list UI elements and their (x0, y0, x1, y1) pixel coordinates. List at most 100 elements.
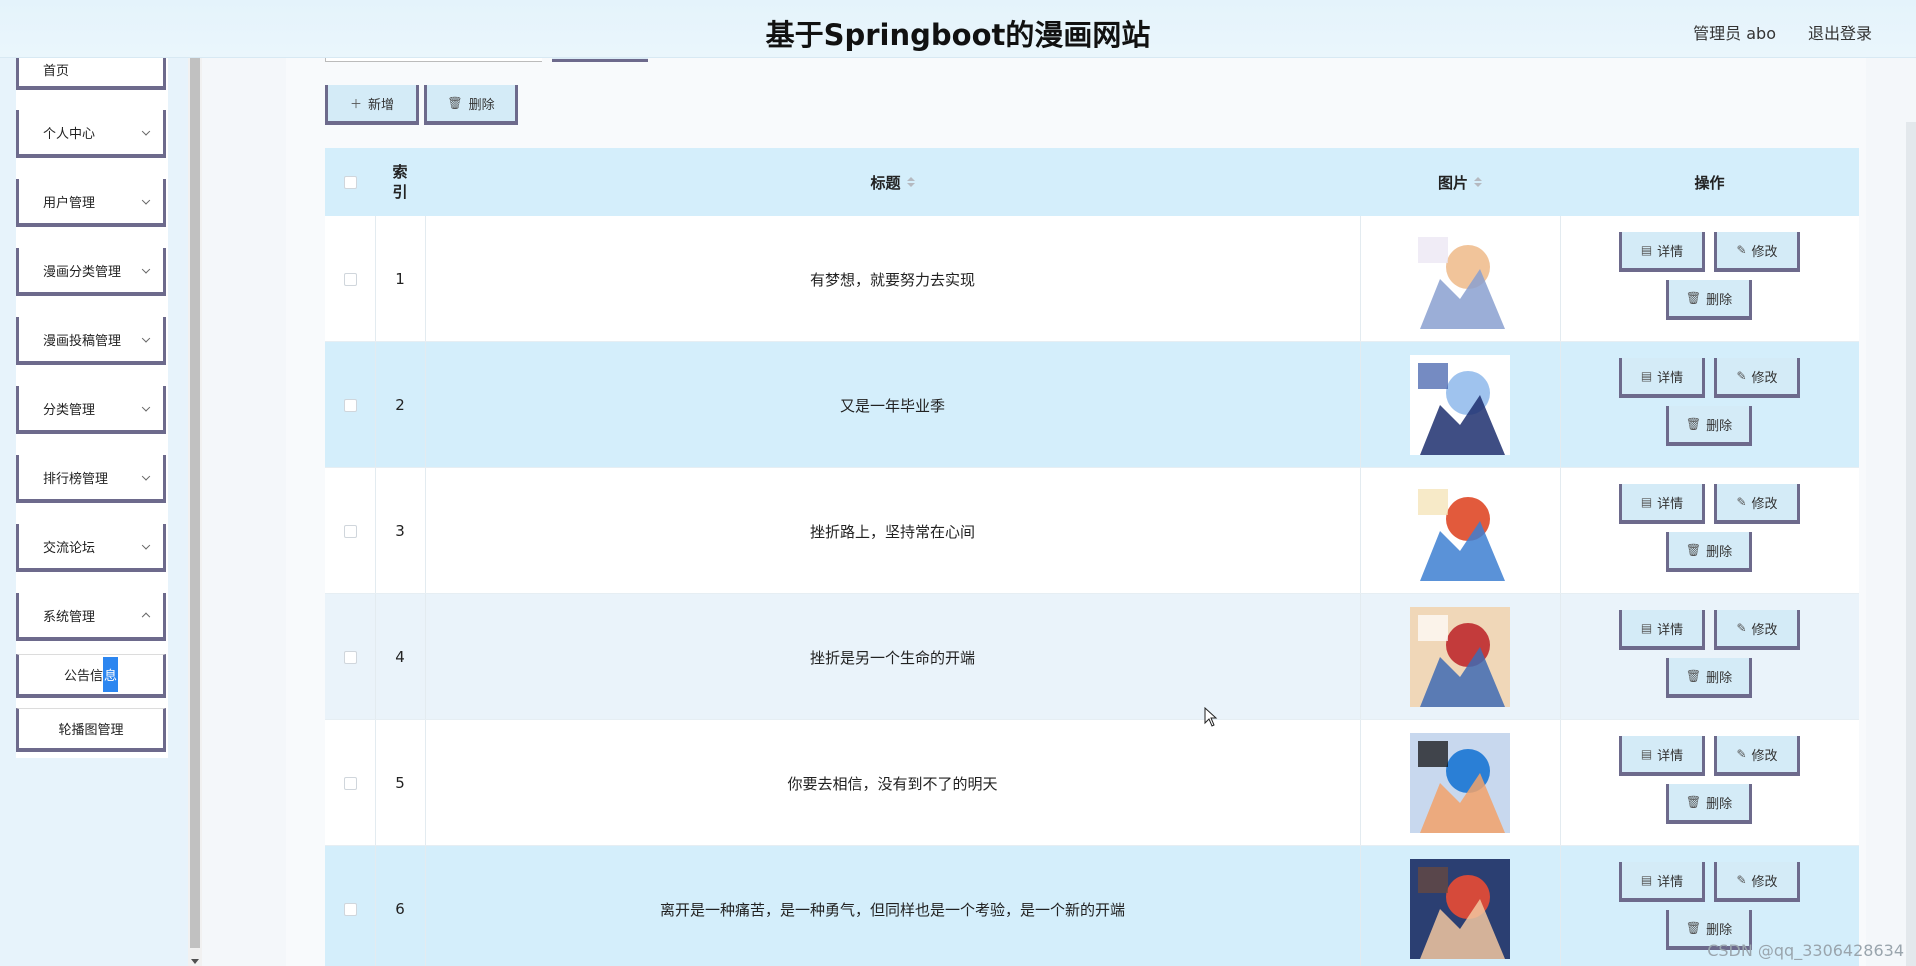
edit-button[interactable]: ✎ 修改 (1714, 736, 1800, 776)
edit-button-label: 修改 (1751, 244, 1778, 260)
row-select-cell (325, 216, 375, 342)
delete-button-label: 删除 (1706, 670, 1733, 686)
sidebar-item-ranking-management[interactable]: 排行榜管理 (16, 455, 166, 503)
sidebar-item-label: 系统管理 (43, 609, 96, 625)
delete-button[interactable]: 🗑 删除 (1666, 658, 1752, 698)
row-image-cell (1360, 720, 1560, 846)
delete-button-label: 删除 (1706, 418, 1733, 434)
sidebar-item-user-management[interactable]: 用户管理 (16, 179, 166, 227)
select-all-checkbox[interactable] (343, 175, 357, 189)
row-image-cell (1360, 594, 1560, 720)
detail-button-label: 详情 (1657, 496, 1684, 512)
detail-button-label: 详情 (1657, 244, 1684, 260)
delete-button[interactable]: 🗑 删除 (1666, 406, 1752, 446)
add-button-label: 新增 (368, 97, 395, 113)
edit-button-label: 修改 (1751, 748, 1778, 764)
edit-button[interactable]: ✎ 修改 (1714, 862, 1800, 902)
document-icon: ▤ (1640, 243, 1653, 257)
document-icon: ▤ (1640, 621, 1653, 635)
edit-button-label: 修改 (1751, 622, 1778, 638)
sort-icon[interactable] (906, 177, 915, 187)
chevron-down-icon (141, 541, 151, 550)
sidebar-item-system-management[interactable]: 系统管理 (16, 593, 166, 641)
document-icon: ▤ (1640, 369, 1653, 383)
logout-link[interactable]: 退出登录 (1808, 20, 1872, 44)
detail-button[interactable]: ▤ 详情 (1619, 862, 1705, 902)
comic-thumbnail-image[interactable] (1410, 859, 1510, 959)
sidebar-item-forum[interactable]: 交流论坛 (16, 524, 166, 572)
row-checkbox[interactable] (343, 902, 357, 916)
row-select-cell (325, 342, 375, 468)
sidebar-item-personal-center[interactable]: 个人中心 (16, 110, 166, 158)
row-checkbox[interactable] (343, 776, 357, 790)
plus-icon: ＋ (349, 96, 362, 111)
sidebar-subitem-announcements[interactable]: 公告信息 (16, 654, 166, 698)
comic-thumbnail-image[interactable] (1410, 355, 1510, 455)
delete-button[interactable]: 🗑 删除 (1666, 280, 1752, 320)
edit-button[interactable]: ✎ 修改 (1714, 484, 1800, 524)
sidebar-scrollbar[interactable] (188, 58, 202, 966)
comic-thumbnail-image[interactable] (1410, 229, 1510, 329)
batch-delete-button[interactable]: 🗑 删除 (424, 85, 518, 125)
add-button[interactable]: ＋ 新增 (325, 85, 419, 125)
delete-button[interactable]: 🗑 删除 (1666, 784, 1752, 824)
data-table: 索 引 标题 图片 操作 1 有梦想，就要努力去实现 ▤ 详情 ✎ 修改 🗑 删… (325, 148, 1859, 966)
pencil-icon: ✎ (1736, 873, 1747, 887)
trash-icon: 🗑 (1685, 417, 1702, 431)
sidebar-item-comic-category-management[interactable]: 漫画分类管理 (16, 248, 166, 296)
row-index: 1 (395, 270, 405, 288)
comic-thumbnail-image[interactable] (1410, 607, 1510, 707)
detail-button[interactable]: ▤ 详情 (1619, 232, 1705, 272)
column-header-title[interactable]: 标题 (425, 148, 1360, 216)
pencil-icon: ✎ (1736, 369, 1747, 383)
row-index: 3 (395, 522, 405, 540)
detail-button[interactable]: ▤ 详情 (1619, 736, 1705, 776)
delete-button-label: 删除 (1706, 292, 1733, 308)
scrollbar-thumb[interactable] (190, 58, 200, 948)
column-header-actions: 操作 (1694, 173, 1725, 192)
sidebar-subitem-carousel-management[interactable]: 轮播图管理 (16, 708, 166, 752)
sidebar-item-comic-submission-management[interactable]: 漫画投稿管理 (16, 317, 166, 365)
trash-icon: 🗑 (447, 96, 463, 110)
sidebar-item-category-management[interactable]: 分类管理 (16, 386, 166, 434)
table-row: 1 有梦想，就要努力去实现 ▤ 详情 ✎ 修改 🗑 删除 (325, 216, 1859, 342)
column-header-image[interactable]: 图片 (1360, 148, 1560, 216)
row-checkbox[interactable] (343, 650, 357, 664)
edit-button[interactable]: ✎ 修改 (1714, 232, 1800, 272)
chevron-up-icon (141, 612, 151, 622)
row-image-cell (1360, 468, 1560, 594)
table-row: 6 离开是一种痛苦，是一种勇气，但同样也是一个考验，是一个新的开端 ▤ 详情 ✎… (325, 846, 1859, 966)
row-image-cell (1360, 216, 1560, 342)
delete-button[interactable]: 🗑 删除 (1666, 532, 1752, 572)
column-header-index: 索 引 (392, 163, 408, 201)
edit-button[interactable]: ✎ 修改 (1714, 358, 1800, 398)
detail-button[interactable]: ▤ 详情 (1619, 484, 1705, 524)
detail-button-label: 详情 (1657, 370, 1684, 386)
scroll-down-arrow-icon[interactable] (191, 959, 199, 964)
row-checkbox[interactable] (343, 272, 357, 286)
row-index: 6 (395, 900, 405, 918)
sort-icon[interactable] (1474, 177, 1482, 187)
row-checkbox[interactable] (343, 524, 357, 538)
sidebar-item-label: 漫画投稿管理 (43, 333, 122, 349)
comic-thumbnail-image[interactable] (1410, 733, 1510, 833)
table-row: 4 挫折是另一个生命的开端 ▤ 详情 ✎ 修改 🗑 删除 (325, 594, 1859, 720)
chevron-down-icon (141, 403, 151, 412)
sidebar-item-label: 交流论坛 (43, 540, 96, 556)
comic-thumbnail-image[interactable] (1410, 481, 1510, 581)
chevron-down-icon (141, 472, 151, 481)
trash-icon: 🗑 (1685, 291, 1702, 305)
edit-button-label: 修改 (1751, 496, 1778, 512)
detail-button[interactable]: ▤ 详情 (1619, 610, 1705, 650)
trash-icon: 🗑 (1685, 795, 1702, 809)
row-select-cell (325, 720, 375, 846)
edit-button[interactable]: ✎ 修改 (1714, 610, 1800, 650)
top-bar: 基于Springboot的漫画网站 管理员 abo 退出登录 (0, 0, 1916, 58)
sidebar-subitem-label: 公告信 (63, 669, 103, 684)
mouse-cursor-icon (1204, 707, 1218, 727)
detail-button[interactable]: ▤ 详情 (1619, 358, 1705, 398)
chevron-down-icon (141, 265, 151, 274)
page-scrollbar[interactable] (1906, 122, 1916, 966)
column-header-title-label: 标题 (870, 173, 901, 192)
row-checkbox[interactable] (343, 398, 357, 412)
